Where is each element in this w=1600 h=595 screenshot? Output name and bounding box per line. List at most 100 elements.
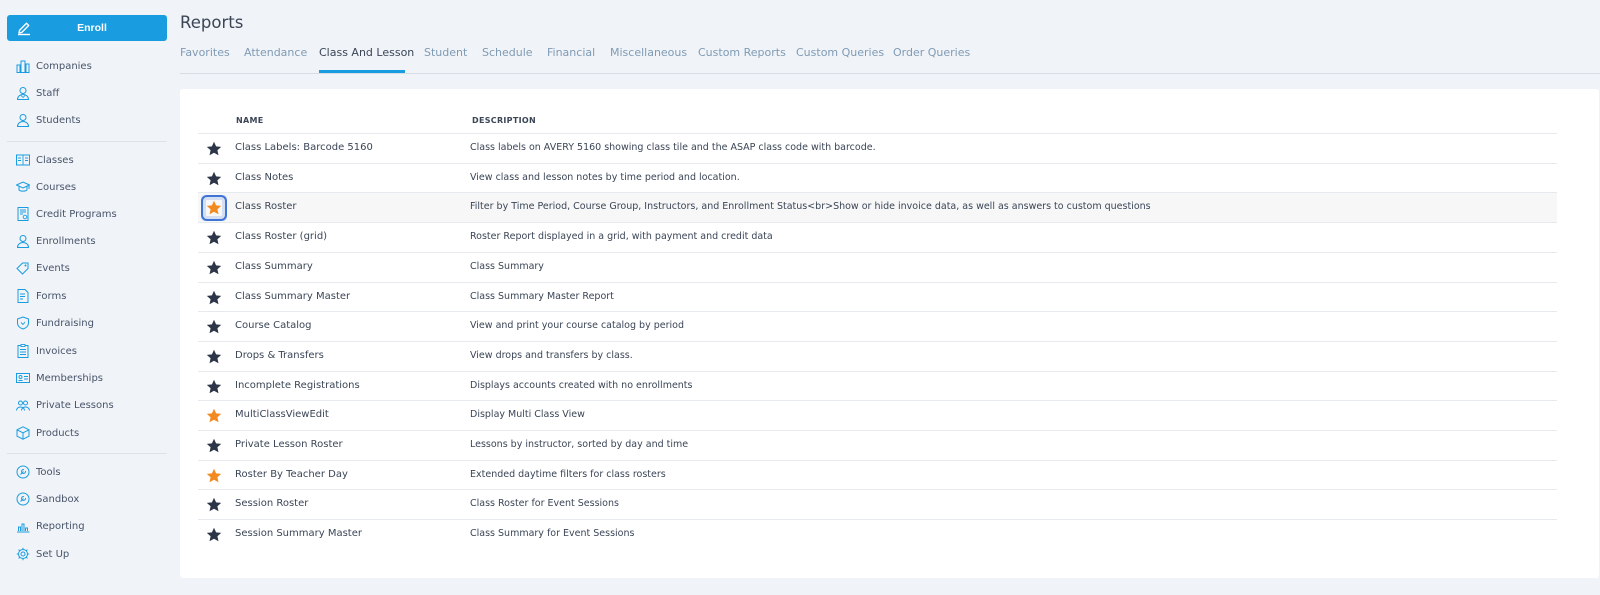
- table-row[interactable]: Class Summary Class Summary: [198, 251, 1557, 282]
- report-name[interactable]: Course Catalog: [235, 320, 312, 331]
- report-name[interactable]: Class Roster (grid): [235, 231, 327, 242]
- sidebar-item-courses[interactable]: Courses: [16, 178, 76, 196]
- report-name[interactable]: Class Summary: [235, 261, 313, 272]
- report-description: Displays accounts created with no enroll…: [470, 379, 693, 391]
- report-name[interactable]: Roster By Teacher Day: [235, 469, 348, 480]
- favorite-star-icon[interactable]: [206, 408, 222, 424]
- favorite-star-icon[interactable]: [201, 195, 227, 222]
- star-icon[interactable]: [206, 141, 222, 157]
- sidebar-item-label: Sandbox: [36, 493, 80, 505]
- sidebar-item-invoices[interactable]: Invoices: [16, 342, 77, 360]
- report-name[interactable]: Class Roster: [235, 201, 297, 212]
- report-name[interactable]: Session Summary Master: [235, 528, 362, 539]
- report-name[interactable]: Private Lesson Roster: [235, 439, 343, 450]
- tab-custom-reports[interactable]: Custom Reports: [698, 46, 786, 59]
- sidebar-item-classes[interactable]: Classes: [16, 151, 74, 169]
- report-description: Class Summary for Event Sessions: [470, 528, 635, 540]
- sidebar-item-label: Staff: [36, 87, 60, 99]
- table-row[interactable]: Incomplete Registrations Displays account…: [198, 370, 1557, 401]
- sidebar-item-companies[interactable]: Companies: [16, 57, 92, 75]
- sidebar-item-label: Fundraising: [36, 317, 94, 329]
- table-row[interactable]: Class Summary Master Class Summary Master…: [198, 281, 1557, 312]
- table-row[interactable]: MultiClassViewEdit Display Multi Class Vi…: [198, 400, 1557, 430]
- report-name[interactable]: MultiClassViewEdit: [235, 409, 329, 420]
- tab-favorites[interactable]: Favorites: [180, 46, 230, 59]
- sandbox-icon: [16, 492, 30, 506]
- sidebar-item-label: Events: [36, 262, 70, 274]
- sidebar-item-enrollments[interactable]: Enrollments: [16, 232, 96, 250]
- star-icon[interactable]: [206, 438, 222, 454]
- tab-schedule[interactable]: Schedule: [482, 46, 533, 59]
- sidebar-item-label: Memberships: [36, 372, 104, 384]
- sidebar-item-label: Reporting: [36, 520, 85, 532]
- report-name[interactable]: Class Labels: Barcode 5160: [235, 142, 373, 153]
- table-row[interactable]: Session Roster Class Roster for Event Ses…: [198, 489, 1557, 519]
- sidebar-item-products[interactable]: Products: [16, 424, 79, 442]
- sidebar-item-staff[interactable]: Staff: [16, 84, 59, 102]
- sidebar-item-reporting[interactable]: Reporting: [16, 517, 85, 535]
- tab-financial[interactable]: Financial: [547, 46, 595, 59]
- tab-miscellaneous[interactable]: Miscellaneous: [610, 46, 687, 59]
- events-icon: [16, 262, 29, 275]
- courses-icon: [16, 181, 30, 192]
- forms-icon: [17, 289, 29, 303]
- sidebar-item-memberships[interactable]: Memberships: [16, 369, 103, 387]
- favorite-star-icon[interactable]: [206, 468, 222, 484]
- sidebar-item-students[interactable]: Students: [16, 111, 81, 129]
- report-description: Class labels on AVERY 5160 showing class…: [470, 142, 876, 153]
- table-row[interactable]: Session Summary Master Class Summary for …: [198, 519, 1557, 549]
- star-icon[interactable]: [206, 497, 222, 513]
- sidebar-item-label: Invoices: [36, 345, 77, 357]
- students-icon: [16, 114, 30, 127]
- enroll-button[interactable]: Enroll: [7, 15, 167, 41]
- star-icon[interactable]: [206, 349, 222, 365]
- sidebar-item-tools[interactable]: Tools: [16, 463, 61, 481]
- sidebar-item-credit-programs[interactable]: Credit Programs: [16, 205, 117, 223]
- star-icon[interactable]: [206, 260, 222, 276]
- star-icon[interactable]: [206, 319, 222, 335]
- page-title: Reports: [180, 13, 244, 32]
- invoices-icon: [17, 344, 29, 358]
- sidebar-item-forms[interactable]: Forms: [16, 287, 66, 305]
- tab-student[interactable]: Student: [424, 46, 467, 59]
- report-description: Display Multi Class View: [470, 409, 585, 421]
- report-name[interactable]: Class Summary Master: [235, 291, 350, 302]
- tab-class-and-lesson[interactable]: Class And Lesson: [319, 46, 414, 59]
- report-name[interactable]: Class Notes: [235, 172, 293, 183]
- tab-attendance[interactable]: Attendance: [244, 46, 307, 59]
- edit-icon: [18, 22, 30, 36]
- star-icon[interactable]: [206, 290, 222, 306]
- report-tabs: Favorites Attendance Class And Lesson St…: [180, 44, 1600, 74]
- star-icon[interactable]: [206, 527, 222, 543]
- sidebar-item-private-lessons[interactable]: Private Lessons: [16, 396, 114, 414]
- report-name[interactable]: Session Roster: [235, 498, 308, 509]
- report-description: Roster Report displayed in a grid, with …: [470, 231, 773, 243]
- table-row[interactable]: Class Labels: Barcode 5160 Class labels o…: [198, 133, 1557, 163]
- star-icon[interactable]: [206, 230, 222, 246]
- sidebar-divider: [7, 141, 167, 142]
- sidebar-divider: [7, 453, 167, 454]
- report-description: Extended daytime filters for class roste…: [470, 468, 666, 480]
- products-icon: [16, 426, 30, 440]
- staff-icon: [16, 87, 30, 100]
- table-row[interactable]: Class Roster Filter by Time Period, Cours…: [198, 192, 1557, 223]
- star-icon[interactable]: [206, 379, 222, 395]
- star-icon[interactable]: [206, 171, 222, 187]
- table-row[interactable]: Roster By Teacher Day Extended daytime fi…: [198, 459, 1557, 490]
- table-row[interactable]: Class Roster (grid) Roster Report display…: [198, 222, 1557, 252]
- report-name[interactable]: Drops & Transfers: [235, 350, 324, 361]
- report-name[interactable]: Incomplete Registrations: [235, 380, 360, 391]
- enrollments-icon: [16, 235, 30, 248]
- gear-icon: [16, 547, 30, 561]
- table-row[interactable]: Class Notes View class and lesson notes b…: [198, 162, 1557, 193]
- sidebar-item-fundraising[interactable]: Fundraising: [16, 314, 94, 332]
- sidebar-item-setup[interactable]: Set Up: [16, 545, 69, 563]
- table-row[interactable]: Drops & Transfers View drops and transfer…: [198, 340, 1557, 371]
- table-row[interactable]: Private Lesson Roster Lessons by instruct…: [198, 430, 1557, 460]
- tab-order-queries[interactable]: Order Queries: [893, 46, 970, 59]
- tab-custom-queries[interactable]: Custom Queries: [796, 46, 884, 59]
- sidebar-item-sandbox[interactable]: Sandbox: [16, 490, 79, 508]
- sidebar-item-events[interactable]: Events: [16, 259, 70, 277]
- table-row[interactable]: Course Catalog View and print your course…: [198, 311, 1557, 341]
- sidebar-item-label: Products: [36, 427, 80, 439]
